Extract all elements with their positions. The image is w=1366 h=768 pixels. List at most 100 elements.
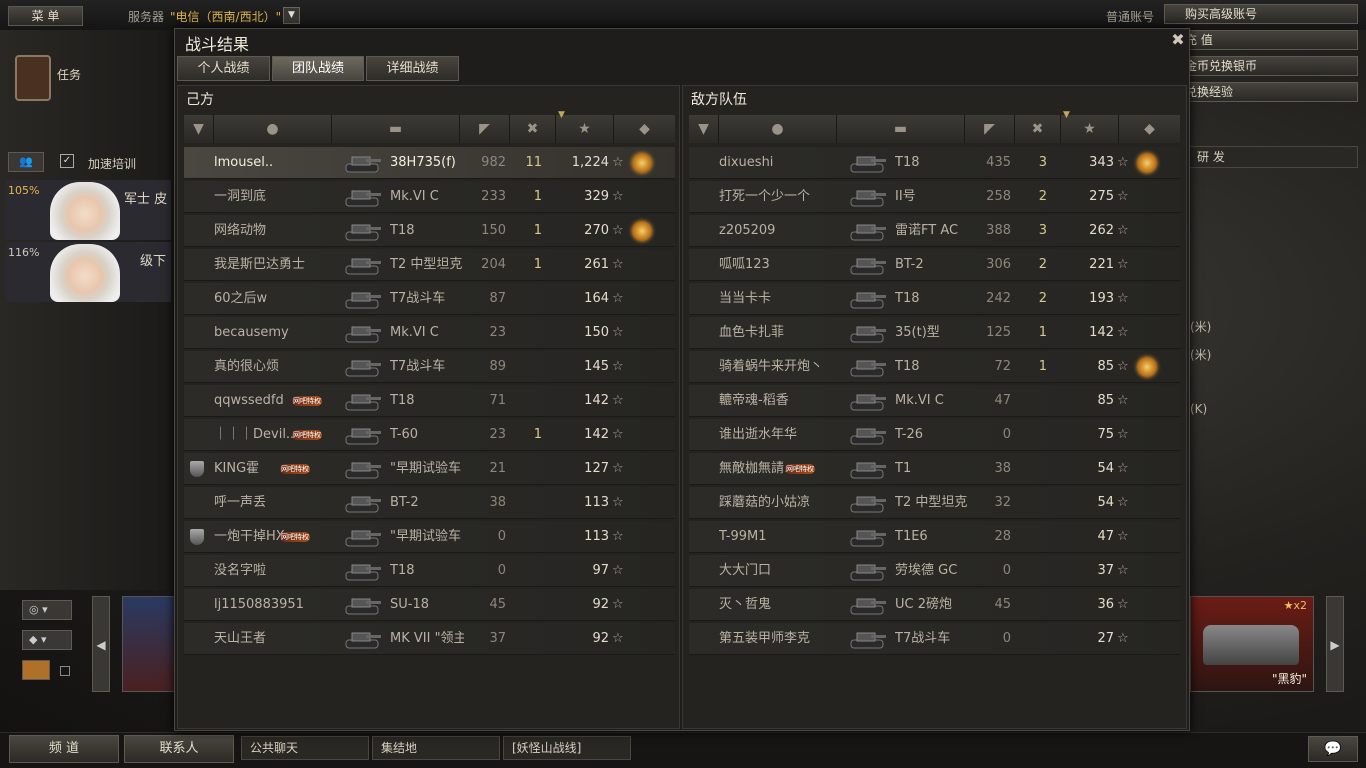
table-row[interactable]: becausemy Mk.VI C 23 150 ☆ xyxy=(184,317,675,349)
table-row[interactable]: 第五装甲师李克 T7战斗车 0 27 ☆ xyxy=(689,623,1180,655)
medal-icon[interactable] xyxy=(632,221,652,241)
player-column-icon[interactable]: ● xyxy=(719,115,837,143)
table-row[interactable]: 当当卡卡 T18 242 2 193 ☆ xyxy=(689,283,1180,315)
contacts-button[interactable]: 联系人 xyxy=(124,735,234,763)
tank-name: T1E6 xyxy=(895,529,928,544)
xp-value: 329 xyxy=(584,189,609,204)
table-row[interactable]: 一炮干掉HX.. 网吧特权 "早期试验车 0 113 ☆ xyxy=(184,521,675,553)
table-row[interactable]: 没名字啦 T18 0 97 ☆ xyxy=(184,555,675,587)
damage-column-icon[interactable]: ◤ xyxy=(965,115,1015,143)
table-row[interactable]: 呼一声丢 BT-2 38 113 ☆ xyxy=(184,487,675,519)
rank-column-icon[interactable]: ▼ xyxy=(689,115,719,143)
tank-name: T2 中型坦克 xyxy=(895,495,968,510)
player-name: 無敵枷無請.. xyxy=(719,461,793,476)
xp-value: 270 xyxy=(584,223,609,238)
table-row[interactable]: 我是斯巴达勇士 T2 中型坦克 204 1 261 ☆ xyxy=(184,249,675,281)
table-row[interactable]: 血色卡扎菲 35(t)型 125 1 142 ☆ xyxy=(689,317,1180,349)
crew-button[interactable]: 👥 xyxy=(8,152,44,172)
task-icon[interactable] xyxy=(15,55,51,101)
table-row[interactable]: 60之后w T7战斗车 87 164 ☆ xyxy=(184,283,675,315)
medal-icon[interactable] xyxy=(1137,153,1157,173)
table-row[interactable]: lj1150883951 SU-18 45 92 ☆ xyxy=(184,589,675,621)
filter-checkbox[interactable] xyxy=(60,666,70,676)
xp-star-icon: ☆ xyxy=(1117,461,1129,476)
medal-icon[interactable] xyxy=(1137,357,1157,377)
chat-tab-public[interactable]: 公共聊天 xyxy=(241,736,369,760)
table-row[interactable]: ｜｜｜Devil.. 网吧特权 T-60 23 1 142 ☆ xyxy=(184,419,675,451)
table-row[interactable]: 网络动物 T18 150 1 270 ☆ xyxy=(184,215,675,247)
kills-value xyxy=(1019,453,1047,485)
damage-column-icon[interactable]: ◤ xyxy=(460,115,510,143)
rank-column-icon[interactable]: ▼ xyxy=(184,115,214,143)
kills-column-icon[interactable]: ✖ xyxy=(1015,115,1061,143)
xp-star-icon: ☆ xyxy=(612,529,624,544)
tab-team[interactable]: 团队战绩 xyxy=(272,56,364,81)
nation-filter-dropdown[interactable]: ◎ ▾ xyxy=(22,600,72,620)
table-row[interactable]: qqwssedfd 网吧特权 T18 71 142 ☆ xyxy=(184,385,675,417)
tank-name: 劳埃德 GC xyxy=(895,563,958,578)
medal-icon[interactable] xyxy=(632,153,652,173)
xp-value: 47 xyxy=(1097,529,1114,544)
close-button[interactable]: ✖ xyxy=(1169,31,1187,49)
tank-column-icon[interactable]: ▬ xyxy=(332,115,460,143)
type-filter-dropdown[interactable]: ◆ ▾ xyxy=(22,630,72,650)
tank-name: T18 xyxy=(895,291,920,306)
tank-card-panther[interactable]: ★x2 "黑豹" xyxy=(1190,596,1314,692)
medal-column-icon[interactable]: ◆ xyxy=(1119,115,1180,143)
server-dropdown-button[interactable]: ▼ xyxy=(283,7,300,24)
medal-column-icon[interactable]: ◆ xyxy=(614,115,675,143)
player-name: 没名字啦 xyxy=(214,563,267,578)
xp-star-icon: ☆ xyxy=(1117,223,1129,238)
carousel-left-arrow[interactable]: ◀ xyxy=(92,596,110,692)
table-row[interactable]: 天山王者 MK VII "领主 37 92 ☆ xyxy=(184,623,675,655)
table-row[interactable]: 灭丶哲鬼 UC 2磅炮 45 36 ☆ xyxy=(689,589,1180,621)
channel-button[interactable]: 频 道 xyxy=(9,735,119,763)
xp-value: 142 xyxy=(1089,325,1114,340)
table-row[interactable]: KING霍 网吧特权 "早期试验车 21 127 ☆ xyxy=(184,453,675,485)
tab-detailed[interactable]: 详细战绩 xyxy=(366,56,459,81)
table-row[interactable]: 大大门口 劳埃德 GC 0 37 ☆ xyxy=(689,555,1180,587)
tank-card[interactable] xyxy=(122,596,177,692)
table-row[interactable]: dixueshi T18 435 3 343 ☆ xyxy=(689,147,1180,179)
table-row[interactable]: 踩蘑菇的小姑凉 T2 中型坦克 32 54 ☆ xyxy=(689,487,1180,519)
xp-star-icon: ☆ xyxy=(1117,495,1129,510)
table-row[interactable]: lmousel.. 38H735(f) 982 11 1,224 ☆ xyxy=(184,147,675,179)
tank-name: T18 xyxy=(390,563,415,578)
table-row[interactable]: z205209 雷诺FT AC 388 3 262 ☆ xyxy=(689,215,1180,247)
research-button[interactable]: 研 发 xyxy=(1186,146,1358,168)
table-row[interactable]: 呱呱123 BT-2 306 2 221 ☆ xyxy=(689,249,1180,281)
chat-button[interactable]: 💬 xyxy=(1308,736,1358,762)
table-row[interactable]: 真的很心烦 T7战斗车 89 145 ☆ xyxy=(184,351,675,383)
tab-personal[interactable]: 个人战绩 xyxy=(177,56,270,81)
ammo-filter-button[interactable] xyxy=(22,660,50,680)
carousel-right-arrow[interactable]: ▶ xyxy=(1326,596,1344,692)
table-row[interactable]: 谁出逝水年华 T-26 0 75 ☆ xyxy=(689,419,1180,451)
table-row[interactable]: 無敵枷無請.. 网吧特权 T1 38 54 ☆ xyxy=(689,453,1180,485)
xp-value: 1,224 xyxy=(571,155,609,170)
chat-tab-rally[interactable]: 集结地 xyxy=(372,736,500,760)
table-row[interactable]: T-99M1 T1E6 28 47 ☆ xyxy=(689,521,1180,553)
recharge-button[interactable]: 充 值 xyxy=(1164,30,1358,50)
table-row[interactable]: 骑着蜗牛来开炮丶 T18 72 1 85 ☆ xyxy=(689,351,1180,383)
accelerate-training-checkbox[interactable]: ✓ xyxy=(60,154,74,168)
player-column-icon[interactable]: ● xyxy=(214,115,332,143)
menu-button[interactable]: 菜 单 xyxy=(8,6,83,26)
tank-name: SU-18 xyxy=(390,597,429,612)
crew-rank-text: 级下 xyxy=(140,254,167,269)
tank-column-icon[interactable]: ▬ xyxy=(837,115,965,143)
table-row[interactable]: 轆帝魂-稻香 Mk.VI C 47 85 ☆ xyxy=(689,385,1180,417)
exchange-silver-button[interactable]: 金币兑换银币 xyxy=(1164,56,1358,76)
crew-member-card[interactable]: 116% 级下 xyxy=(6,242,171,302)
chat-tab-clan[interactable]: [妖怪山战线] xyxy=(503,736,631,760)
crew-member-card[interactable]: 105% 军士 皮 xyxy=(6,180,171,240)
xp-star-icon: ☆ xyxy=(1117,393,1129,408)
xp-value: 37 xyxy=(1097,563,1114,578)
player-name: 踩蘑菇的小姑凉 xyxy=(719,495,811,510)
buy-premium-button[interactable]: 购买高级账号 xyxy=(1164,4,1358,24)
exchange-xp-button[interactable]: 兑换经验 xyxy=(1164,82,1358,102)
kills-value xyxy=(1019,623,1047,655)
table-row[interactable]: 一洞到底 Mk.VI C 233 1 329 ☆ xyxy=(184,181,675,213)
kills-column-icon[interactable]: ✖ xyxy=(510,115,556,143)
tank-type-icon: ◆ xyxy=(29,633,38,646)
table-row[interactable]: 打死一个少一个 II号 258 2 275 ☆ xyxy=(689,181,1180,213)
